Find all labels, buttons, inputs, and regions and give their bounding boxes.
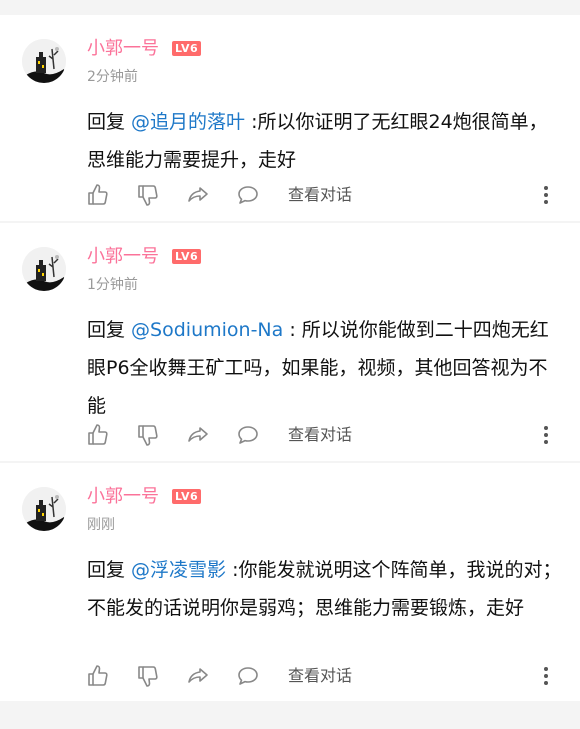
comment-icon: [238, 667, 258, 685]
dislike-button[interactable]: [134, 421, 162, 449]
more-vertical-icon: [544, 426, 548, 444]
mention-link[interactable]: @Sodiumion-Na: [131, 319, 283, 341]
thumbs-down-icon: [138, 666, 158, 687]
more-button[interactable]: [536, 181, 556, 209]
more-vertical-icon: [544, 186, 548, 204]
comment-icon: [238, 426, 258, 444]
comment-text: 回复 @浮凌雪影 :你能发就说明这个阵简单，我说的对；不能发的话说明你是弱鸡；思…: [87, 551, 565, 627]
comment-icon: [238, 186, 258, 204]
share-icon: [188, 187, 208, 202]
username[interactable]: 小郭一号: [87, 485, 159, 509]
reply-prefix: 回复: [87, 319, 132, 341]
timestamp: 1分钟前: [87, 277, 138, 293]
more-button[interactable]: [536, 421, 556, 449]
action-bar: 查看对话: [84, 421, 564, 449]
like-button[interactable]: [84, 662, 112, 690]
thumbs-down-icon: [138, 185, 158, 206]
like-button[interactable]: [84, 421, 112, 449]
level-badge: LV6: [172, 41, 202, 56]
comment-text: 回复 @Sodiumion-Na : 所以说你能做到二十四炮无红眼P6全收舞王矿…: [87, 311, 565, 425]
level-badge: LV6: [172, 489, 202, 504]
dislike-button[interactable]: [134, 181, 162, 209]
comment-button[interactable]: [234, 662, 262, 690]
avatar[interactable]: [22, 487, 66, 531]
more-button[interactable]: [536, 662, 556, 690]
share-icon: [188, 668, 208, 683]
dislike-button[interactable]: [134, 662, 162, 690]
thumbs-up-icon: [88, 424, 108, 445]
action-bar: 查看对话: [84, 181, 564, 209]
more-vertical-icon: [544, 667, 548, 685]
timestamp: 刚刚: [87, 517, 115, 533]
share-button[interactable]: [184, 662, 212, 690]
avatar[interactable]: [22, 247, 66, 291]
timestamp: 2分钟前: [87, 69, 138, 85]
thumbs-up-icon: [88, 184, 108, 205]
comment-button[interactable]: [234, 181, 262, 209]
share-button[interactable]: [184, 181, 212, 209]
mention-link[interactable]: @浮凌雪影: [131, 559, 226, 581]
like-button[interactable]: [84, 181, 112, 209]
view-conversation-link[interactable]: 查看对话: [288, 183, 352, 207]
comment-page: 小郭一号 LV6 2分钟前 回复 @追月的落叶 :所以你证明了无红眼24炮很简单…: [0, 0, 580, 729]
action-bar: 查看对话: [84, 662, 564, 690]
view-conversation-link[interactable]: 查看对话: [288, 423, 352, 447]
share-icon: [188, 427, 208, 442]
thumbs-up-icon: [88, 665, 108, 686]
avatar[interactable]: [22, 39, 66, 83]
comment-item: 小郭一号 LV6 刚刚 回复 @浮凌雪影 :你能发就说明这个阵简单，我说的对；不…: [0, 463, 580, 701]
view-conversation-link[interactable]: 查看对话: [288, 664, 352, 688]
username[interactable]: 小郭一号: [87, 245, 159, 269]
username[interactable]: 小郭一号: [87, 37, 159, 61]
reply-prefix: 回复: [87, 559, 132, 581]
thumbs-down-icon: [138, 425, 158, 446]
reply-prefix: 回复: [87, 111, 132, 133]
level-badge: LV6: [172, 249, 202, 264]
comment-button[interactable]: [234, 421, 262, 449]
share-button[interactable]: [184, 421, 212, 449]
comment-text: 回复 @追月的落叶 :所以你证明了无红眼24炮很简单，思维能力需要提升，走好: [87, 103, 565, 179]
mention-link[interactable]: @追月的落叶: [131, 111, 245, 133]
comment-item: 小郭一号 LV6 1分钟前 回复 @Sodiumion-Na : 所以说你能做到…: [0, 223, 580, 461]
comment-item: 小郭一号 LV6 2分钟前 回复 @追月的落叶 :所以你证明了无红眼24炮很简单…: [0, 15, 580, 221]
